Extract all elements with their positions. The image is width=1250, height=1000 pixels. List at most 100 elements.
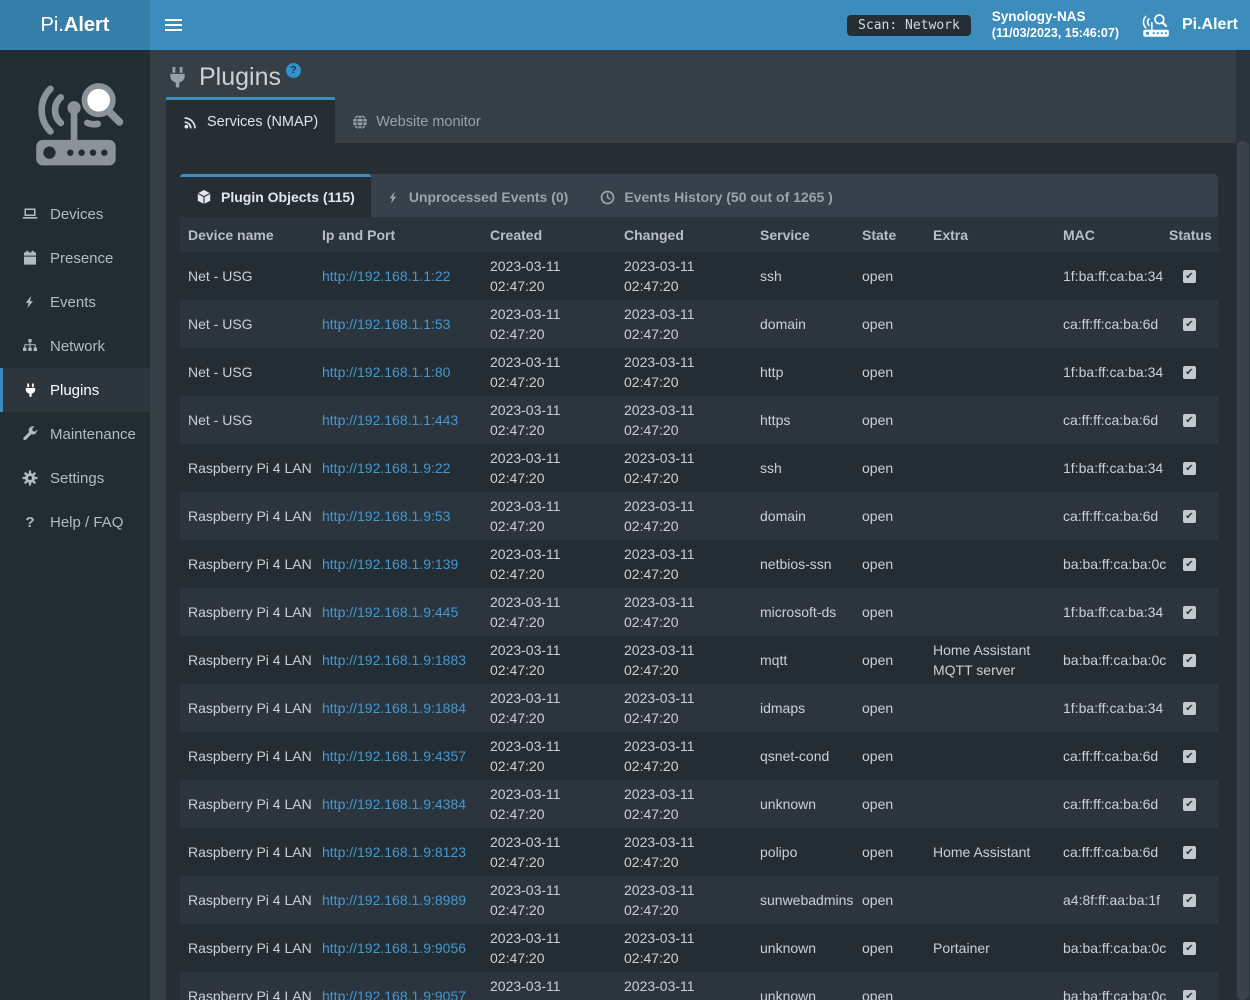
ip-port-link[interactable]: http://192.168.1.1:443 xyxy=(322,412,458,428)
page-title: Plugins xyxy=(199,63,281,92)
sidebar-item-help[interactable]: ? Help / FAQ xyxy=(0,500,150,544)
tab-services-nmap[interactable]: Services (NMAP) xyxy=(166,97,335,143)
subtab-events-history[interactable]: Events History (50 out of 1265 ) xyxy=(584,174,849,217)
sidebar-item-events[interactable]: Events xyxy=(0,280,150,324)
cell-extra xyxy=(925,492,1055,540)
sidebar-item-devices[interactable]: Devices xyxy=(0,192,150,236)
cell-extra xyxy=(925,252,1055,300)
brand-link[interactable]: Pi.Alert xyxy=(1140,12,1238,38)
cell-mac: ca:ff:ff:ca:ba:6d xyxy=(1055,780,1161,828)
tab-content-box: Plugin Objects (115) Unprocessed Events … xyxy=(166,143,1236,1000)
ip-port-link[interactable]: http://192.168.1.9:9056 xyxy=(322,940,466,956)
ip-port-link[interactable]: http://192.168.1.9:8123 xyxy=(322,844,466,860)
ip-port-link[interactable]: http://192.168.1.1:22 xyxy=(322,268,450,284)
cell-mac: ba:ba:ff:ca:ba:0c xyxy=(1055,636,1161,684)
cell-changed: 2023-03-11 02:47:20 xyxy=(616,444,752,492)
sidebar-item-network[interactable]: Network xyxy=(0,324,150,368)
sidebar-item-settings[interactable]: Settings xyxy=(0,456,150,500)
cell-service: unknown xyxy=(752,924,854,972)
scan-status-badge[interactable]: Scan: Network xyxy=(847,15,971,36)
status-checkbox[interactable]: ✔ xyxy=(1183,798,1196,811)
status-checkbox[interactable]: ✔ xyxy=(1183,270,1196,283)
status-checkbox[interactable]: ✔ xyxy=(1183,558,1196,571)
bolt-icon xyxy=(21,294,39,310)
cell-service: domain xyxy=(752,492,854,540)
cell-status: ✔ xyxy=(1161,684,1218,732)
cell-extra: Home Assistant xyxy=(925,828,1055,876)
ip-port-link[interactable]: http://192.168.1.9:22 xyxy=(322,460,450,476)
status-checkbox[interactable]: ✔ xyxy=(1183,366,1196,379)
plugin-table-body: Net - USGhttp://192.168.1.1:222023-03-11… xyxy=(180,252,1218,1000)
ip-port-link[interactable]: http://192.168.1.9:1883 xyxy=(322,652,466,668)
status-checkbox[interactable]: ✔ xyxy=(1183,894,1196,907)
status-checkbox[interactable]: ✔ xyxy=(1183,318,1196,331)
cell-mac: a4:8f:ff:aa:ba:1f xyxy=(1055,876,1161,924)
subtab-plugin-objects[interactable]: Plugin Objects (115) xyxy=(180,174,371,217)
app-logo[interactable]: Pi.Alert xyxy=(0,0,150,50)
ip-port-link[interactable]: http://192.168.1.1:53 xyxy=(322,316,450,332)
cell-status: ✔ xyxy=(1161,252,1218,300)
cell-created: 2023-03-11 02:47:20 xyxy=(482,972,616,1000)
status-checkbox[interactable]: ✔ xyxy=(1183,702,1196,715)
ip-port-link[interactable]: http://192.168.1.9:4384 xyxy=(322,796,466,812)
status-checkbox[interactable]: ✔ xyxy=(1183,654,1196,667)
subtab-unprocessed-events[interactable]: Unprocessed Events (0) xyxy=(371,174,585,217)
cell-changed: 2023-03-11 02:47:20 xyxy=(616,684,752,732)
sidebar-item-presence[interactable]: Presence xyxy=(0,236,150,280)
brand-label: Pi.Alert xyxy=(1182,16,1238,34)
sidebar-item-plugins[interactable]: Plugins xyxy=(0,368,150,412)
table-row: Raspberry Pi 4 LANhttp://192.168.1.9:812… xyxy=(180,828,1218,876)
cell-extra xyxy=(925,780,1055,828)
cell-status: ✔ xyxy=(1161,876,1218,924)
ip-port-link[interactable]: http://192.168.1.9:9057 xyxy=(322,988,466,1000)
column-header-extra: Extra xyxy=(925,217,1055,252)
ip-port-link[interactable]: http://192.168.1.1:80 xyxy=(322,364,450,380)
cell-state: open xyxy=(854,588,925,636)
status-checkbox[interactable]: ✔ xyxy=(1183,414,1196,427)
sidebar-item-label: Events xyxy=(50,294,96,311)
status-checkbox[interactable]: ✔ xyxy=(1183,606,1196,619)
cell-ip-and-port: http://192.168.1.9:445 xyxy=(314,588,482,636)
ip-port-link[interactable]: http://192.168.1.9:8989 xyxy=(322,892,466,908)
cell-changed: 2023-03-11 02:47:20 xyxy=(616,972,752,1000)
cell-service: ssh xyxy=(752,252,854,300)
status-checkbox[interactable]: ✔ xyxy=(1183,750,1196,763)
page-header: Plugins ? xyxy=(166,50,1236,97)
cell-created: 2023-03-11 02:47:20 xyxy=(482,924,616,972)
ip-port-link[interactable]: http://192.168.1.9:139 xyxy=(322,556,458,572)
cell-created: 2023-03-11 02:47:20 xyxy=(482,300,616,348)
sidebar-toggle-button[interactable] xyxy=(150,0,196,50)
cell-status: ✔ xyxy=(1161,396,1218,444)
app-logo-text: Pi.Alert xyxy=(41,14,110,37)
cell-mac: ba:ba:ff:ca:ba:0c xyxy=(1055,972,1161,1000)
gear-icon xyxy=(21,470,39,486)
cell-mac: ca:ff:ff:ca:ba:6d xyxy=(1055,300,1161,348)
page-scrollbar-thumb[interactable] xyxy=(1237,141,1249,1000)
calendar-icon xyxy=(21,250,39,266)
cell-extra xyxy=(925,444,1055,492)
status-checkbox[interactable]: ✔ xyxy=(1183,846,1196,859)
cell-service: netbios-ssn xyxy=(752,540,854,588)
ip-port-link[interactable]: http://192.168.1.9:1884 xyxy=(322,700,466,716)
status-checkbox[interactable]: ✔ xyxy=(1183,942,1196,955)
status-checkbox[interactable]: ✔ xyxy=(1183,990,1196,1000)
ip-port-link[interactable]: http://192.168.1.9:445 xyxy=(322,604,458,620)
sidebar-item-maintenance[interactable]: Maintenance xyxy=(0,412,150,456)
cell-device-name: Raspberry Pi 4 LAN xyxy=(180,972,314,1000)
cell-created: 2023-03-11 02:47:20 xyxy=(482,540,616,588)
ip-port-link[interactable]: http://192.168.1.9:53 xyxy=(322,508,450,524)
cell-service: polipo xyxy=(752,828,854,876)
table-row: Raspberry Pi 4 LANhttp://192.168.1.9:222… xyxy=(180,444,1218,492)
table-row: Raspberry Pi 4 LANhttp://192.168.1.9:188… xyxy=(180,636,1218,684)
cell-device-name: Raspberry Pi 4 LAN xyxy=(180,780,314,828)
host-info: Synology-NAS (11/03/2023, 15:46:07) xyxy=(992,8,1119,42)
tab-website-monitor[interactable]: Website monitor xyxy=(335,97,498,143)
cell-status: ✔ xyxy=(1161,300,1218,348)
cell-extra: Portainer xyxy=(925,924,1055,972)
cell-status: ✔ xyxy=(1161,492,1218,540)
ip-port-link[interactable]: http://192.168.1.9:4357 xyxy=(322,748,466,764)
cell-changed: 2023-03-11 02:47:20 xyxy=(616,780,752,828)
status-checkbox[interactable]: ✔ xyxy=(1183,462,1196,475)
help-badge[interactable]: ? xyxy=(286,63,301,78)
status-checkbox[interactable]: ✔ xyxy=(1183,510,1196,523)
